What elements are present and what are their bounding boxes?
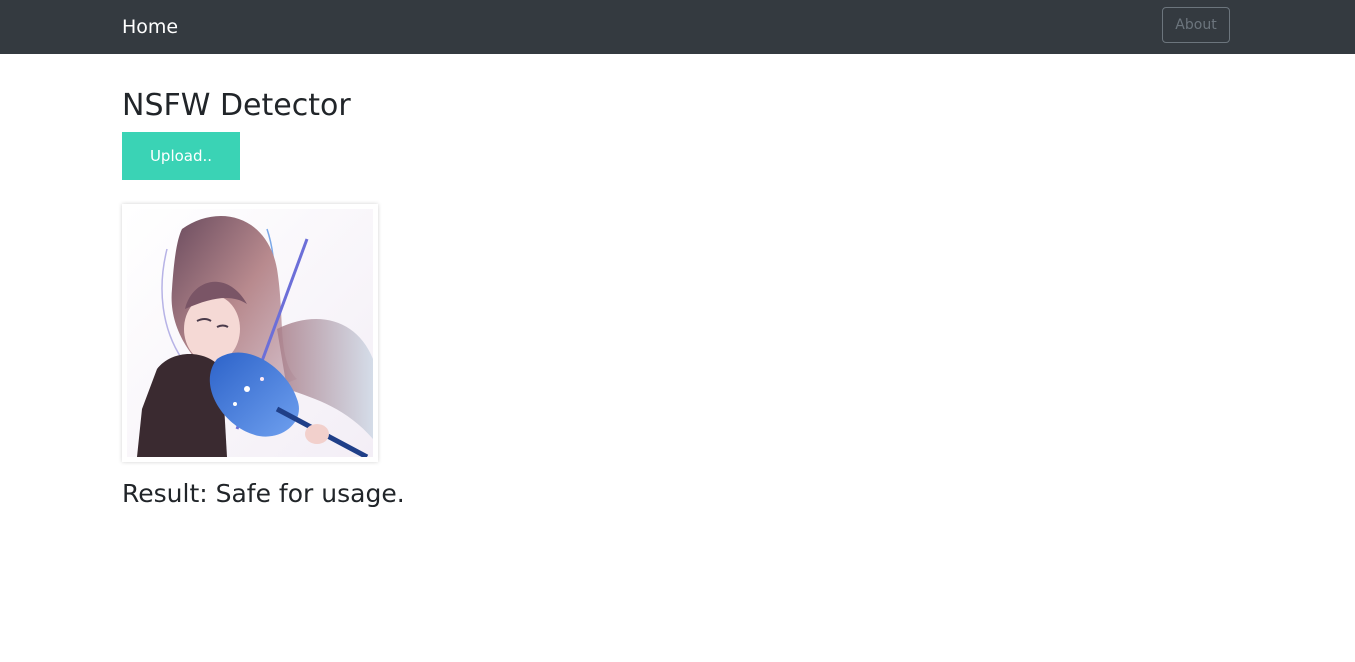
page-title: NSFW Detector — [122, 88, 351, 123]
uploaded-image-illustration — [127, 209, 373, 457]
result-text: Result: Safe for usage. — [122, 479, 405, 508]
upload-button[interactable]: Upload.. — [122, 132, 240, 180]
uploaded-image-thumbnail — [122, 204, 378, 462]
home-link[interactable]: Home — [122, 14, 178, 40]
top-navbar: Home About — [0, 0, 1355, 54]
about-button[interactable]: About — [1162, 7, 1230, 43]
